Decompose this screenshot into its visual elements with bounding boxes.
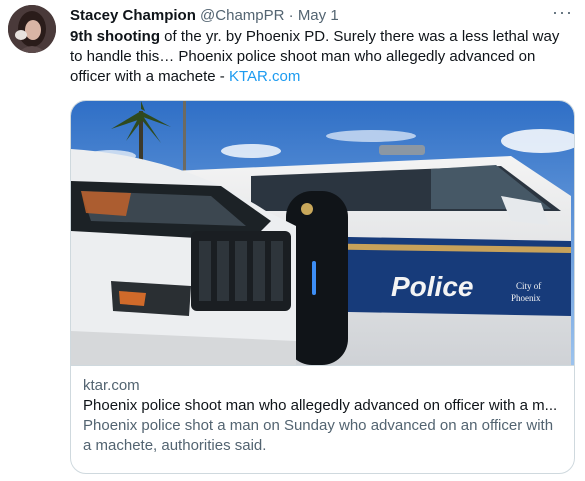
- more-options-icon[interactable]: ···: [552, 2, 573, 23]
- avatar-photo: [8, 5, 56, 53]
- tweet-text: 9th shooting of the yr. by Phoenix PD. S…: [70, 27, 575, 87]
- door-city-of-text: City of: [516, 281, 541, 291]
- card-title: Phoenix police shoot man who allegedly a…: [83, 397, 558, 414]
- card-image: Police City of Phoenix: [71, 101, 574, 365]
- author-name[interactable]: Stacey Champion: [70, 7, 196, 24]
- card-description: Phoenix police shot a man on Sunday who …: [83, 417, 554, 454]
- header-separator: ·: [288, 7, 294, 24]
- avatar[interactable]: [8, 5, 56, 53]
- tweet-text-bold: 9th shooting: [70, 28, 160, 45]
- timestamp[interactable]: May 1: [298, 7, 339, 24]
- link-card[interactable]: Police City of Phoenix ktar.com Phoenix …: [70, 100, 575, 474]
- door-police-text: Police: [391, 271, 473, 302]
- card-body: ktar.com Phoenix police shoot man who al…: [71, 365, 574, 473]
- author-handle[interactable]: @ChampPR: [200, 7, 284, 24]
- tweet: Stacey Champion @ChampPR · May 1 ··· 9th…: [0, 0, 585, 481]
- tweet-header: Stacey Champion @ChampPR · May 1: [70, 6, 339, 26]
- tweet-link[interactable]: KTAR.com: [229, 68, 300, 85]
- card-domain: ktar.com: [83, 377, 140, 394]
- door-phoenix-text: Phoenix: [511, 293, 541, 303]
